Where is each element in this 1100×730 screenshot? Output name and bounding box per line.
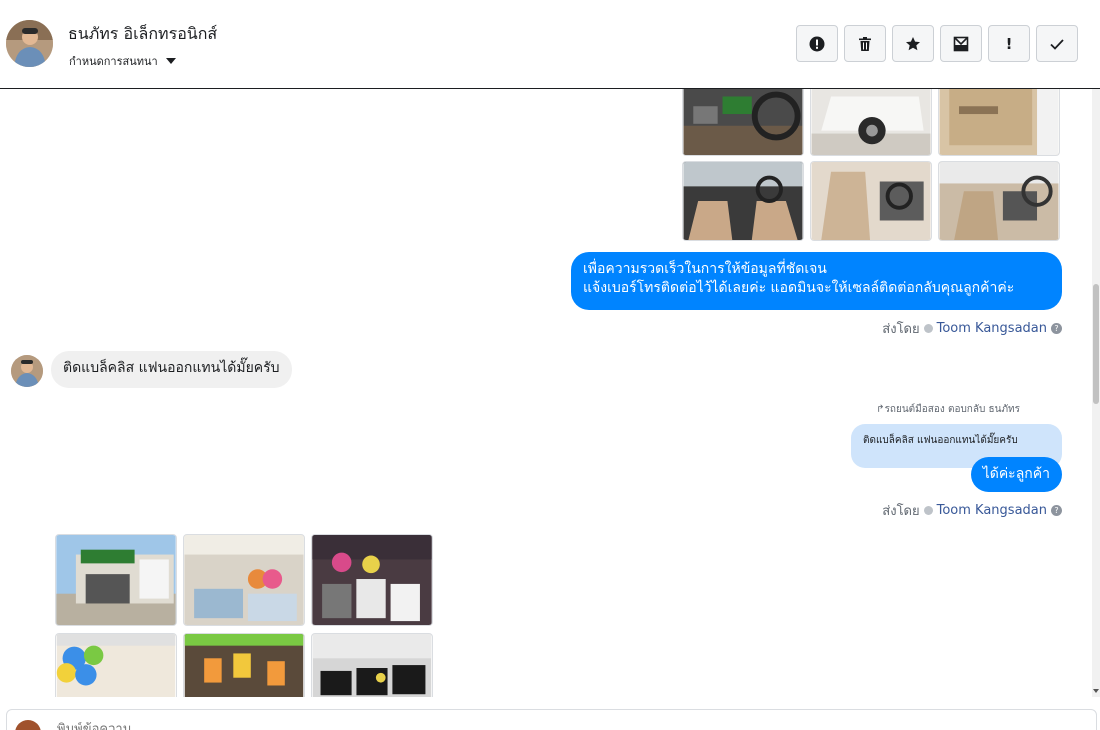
exclamation-icon: ! xyxy=(1005,34,1013,53)
incoming-message-text: ติดแบล็คลิส แฟนออกแทนได้มั๊ยครับ xyxy=(63,360,280,376)
agent-status-icon xyxy=(923,324,933,333)
assign-label: กำหนดการสนทนา xyxy=(69,55,158,68)
spam-button[interactable] xyxy=(796,25,838,62)
page-avatar xyxy=(15,720,41,730)
mark-unread-button[interactable] xyxy=(940,25,982,62)
agent-name[interactable]: Toom Kangsadan xyxy=(937,503,1047,518)
caret-down-icon xyxy=(165,58,176,64)
message-thread[interactable]: เพื่อความรวดเร็วในการให้ข้อมูลที่ชัดเจน … xyxy=(0,89,1092,697)
outgoing-reply-text: ได้ค่ะลูกค้า xyxy=(982,466,1050,482)
inbox-conversation: ธนภัทร อิเล็กทรอนิกส์ กำหนดการสนทนา ! เพ… xyxy=(0,0,1100,730)
mark-done-button[interactable] xyxy=(1036,25,1078,62)
sent-by-row-2: ส่งโดย Toom Kangsadan ? xyxy=(882,500,1062,521)
outgoing-message-line1: เพื่อความรวดเร็วในการให้ข้อมูลที่ชัดเจน xyxy=(583,261,827,277)
thread-scrollbar[interactable] xyxy=(1092,89,1100,697)
scroll-down-icon[interactable] xyxy=(1093,689,1099,693)
assign-conversation-dropdown[interactable]: กำหนดการสนทนา xyxy=(69,52,176,70)
shop-photo-appliances[interactable] xyxy=(311,534,433,626)
car-photo-dashboard[interactable] xyxy=(682,89,804,156)
check-icon xyxy=(1050,38,1064,50)
star-button[interactable] xyxy=(892,25,934,62)
reply-arrow-icon: ↱ xyxy=(876,404,885,415)
scrollbar-thumb[interactable] xyxy=(1093,284,1099,404)
star-icon xyxy=(906,36,920,50)
car-photo-console[interactable] xyxy=(938,161,1060,241)
contact-avatar[interactable] xyxy=(6,20,53,67)
agent-status-icon xyxy=(923,506,933,515)
quoted-message-text: ติดแบล็คลิส แฟนออกแทนได้มั๊ยครับ xyxy=(863,435,1018,446)
mark-unread-icon xyxy=(953,36,969,51)
outgoing-reply[interactable]: ได้ค่ะลูกค้า xyxy=(970,457,1062,492)
incoming-message[interactable]: ติดแบล็คลิส แฟนออกแทนได้มั๊ยครับ xyxy=(51,351,292,388)
sent-by-label: ส่งโดย xyxy=(882,322,920,337)
spam-alert-icon xyxy=(809,36,825,51)
header-actions: ! xyxy=(796,25,1078,62)
contact-avatar-small[interactable] xyxy=(11,355,43,387)
conversation-header: ธนภัทร อิเล็กทรอนิกส์ กำหนดการสนทนา ! xyxy=(0,0,1100,89)
message-composer xyxy=(6,709,1097,730)
agent-name[interactable]: Toom Kangsadan xyxy=(937,321,1047,336)
follow-up-button[interactable]: ! xyxy=(988,25,1030,62)
shop-photo-interior-1[interactable] xyxy=(183,534,305,626)
delete-button[interactable] xyxy=(844,25,886,62)
help-icon[interactable]: ? xyxy=(1051,505,1062,516)
car-photo-door[interactable] xyxy=(938,89,1060,156)
shop-photo-balloons[interactable] xyxy=(55,633,177,697)
contact-name[interactable]: ธนภัทร อิเล็กทรอนิกส์ xyxy=(68,22,217,47)
message-input[interactable] xyxy=(57,722,957,730)
sent-by-label: ส่งโดย xyxy=(882,504,920,519)
help-icon[interactable]: ? xyxy=(1051,323,1062,334)
shop-photo-decorations[interactable] xyxy=(183,633,305,697)
outgoing-message[interactable]: เพื่อความรวดเร็วในการให้ข้อมูลที่ชัดเจน … xyxy=(571,252,1062,310)
trash-icon xyxy=(859,36,871,51)
outgoing-message-line2: แจ้งเบอร์โทรติดต่อไว้ได้เลยค่ะ แอดมินจะใ… xyxy=(583,280,1015,296)
shop-photo-storefront[interactable] xyxy=(55,534,177,626)
car-photo-exterior[interactable] xyxy=(810,89,932,156)
shop-photo-tvs[interactable] xyxy=(311,633,433,697)
reply-note: ↱รถยนต์มือสอง ตอบกลับ ธนภัทร xyxy=(876,404,1020,415)
sent-by-row: ส่งโดย Toom Kangsadan ? xyxy=(882,318,1062,339)
car-photo-seats[interactable] xyxy=(810,161,932,241)
car-photo-interior-front[interactable] xyxy=(682,161,804,241)
